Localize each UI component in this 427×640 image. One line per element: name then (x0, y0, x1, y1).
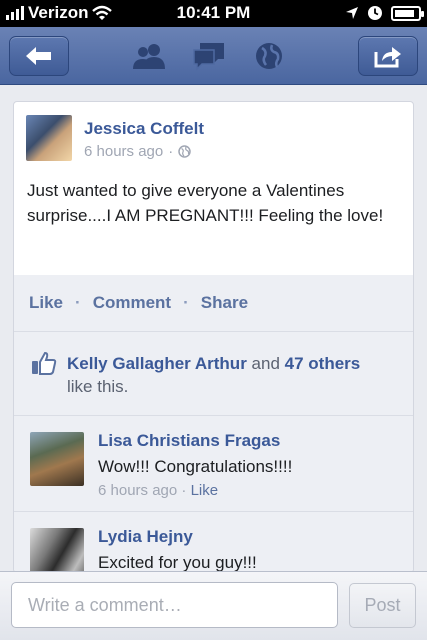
likes-text: Kelly Gallagher Arthur and 47 others lik… (67, 352, 402, 398)
likes-suffix: like this. (67, 377, 129, 396)
like-action[interactable]: Like (29, 293, 63, 313)
battery-icon (391, 5, 424, 21)
commenter-avatar[interactable] (30, 432, 84, 486)
post-actions-bar: Like · Comment · Share (14, 275, 413, 332)
top-nav-bar (0, 27, 427, 85)
comment-input[interactable] (11, 582, 338, 628)
location-arrow-icon (346, 7, 358, 19)
comment-text: Wow!!! Congratulations!!!! (98, 457, 293, 476)
comment-author[interactable]: Lydia Hejny (98, 527, 193, 547)
comment-author[interactable]: Lisa Christians Fragas (98, 431, 280, 451)
nav-icon-group (132, 39, 286, 73)
meta-separator: · (168, 143, 174, 160)
status-bar: Verizon 10:41 PM (0, 0, 427, 27)
back-button[interactable] (9, 36, 69, 76)
share-button[interactable] (358, 36, 418, 76)
likes-name[interactable]: Kelly Gallagher Arthur (67, 354, 247, 373)
back-arrow-icon (26, 47, 51, 65)
post-detail-view: Jessica Coffelt 6 hours ago · Just wante… (0, 85, 427, 571)
comment-like-link[interactable]: Like (191, 482, 219, 499)
globe-icon[interactable] (252, 39, 286, 73)
clock-icon (368, 6, 382, 20)
likes-summary[interactable]: Kelly Gallagher Arthur and 47 others lik… (14, 332, 413, 416)
post-body-text: Just wanted to give everyone a Valentine… (27, 181, 384, 225)
post-time: 6 hours ago (84, 143, 164, 160)
comment-time: 6 hours ago (98, 482, 178, 499)
share-icon (374, 47, 401, 68)
status-right (345, 5, 424, 21)
post-card: Jessica Coffelt 6 hours ago · Just wante… (13, 101, 414, 571)
action-separator: · (183, 293, 189, 312)
post-author-name[interactable]: Jessica Coffelt (84, 119, 204, 139)
commenter-avatar[interactable] (30, 528, 84, 571)
post-meta: 6 hours ago · (84, 143, 191, 160)
public-globe-icon (178, 145, 191, 158)
comment-item: Lisa Christians Fragas Wow!!! Congratula… (14, 416, 413, 512)
comment-action[interactable]: Comment (93, 293, 171, 313)
post-button[interactable]: Post (349, 583, 416, 628)
likes-conjunction: and (251, 354, 280, 373)
comment-item: Lydia Hejny Excited for you guy!!! (14, 512, 413, 571)
action-separator: · (75, 293, 81, 312)
comment-composer: Post (0, 571, 427, 640)
post-header (26, 115, 72, 161)
thumbs-up-icon (32, 351, 57, 375)
likes-others[interactable]: 47 others (285, 354, 361, 373)
author-avatar[interactable] (26, 115, 72, 161)
messages-icon[interactable] (192, 39, 226, 73)
post-footer: Like · Comment · Share Kelly Gallagher A… (14, 275, 413, 571)
share-action[interactable]: Share (201, 293, 248, 313)
comment-meta: 6 hours ago · Like (98, 482, 218, 499)
comment-meta-separator: · (181, 482, 187, 499)
friends-icon[interactable] (132, 39, 166, 73)
comment-text: Excited for you guy!!! (98, 553, 257, 571)
